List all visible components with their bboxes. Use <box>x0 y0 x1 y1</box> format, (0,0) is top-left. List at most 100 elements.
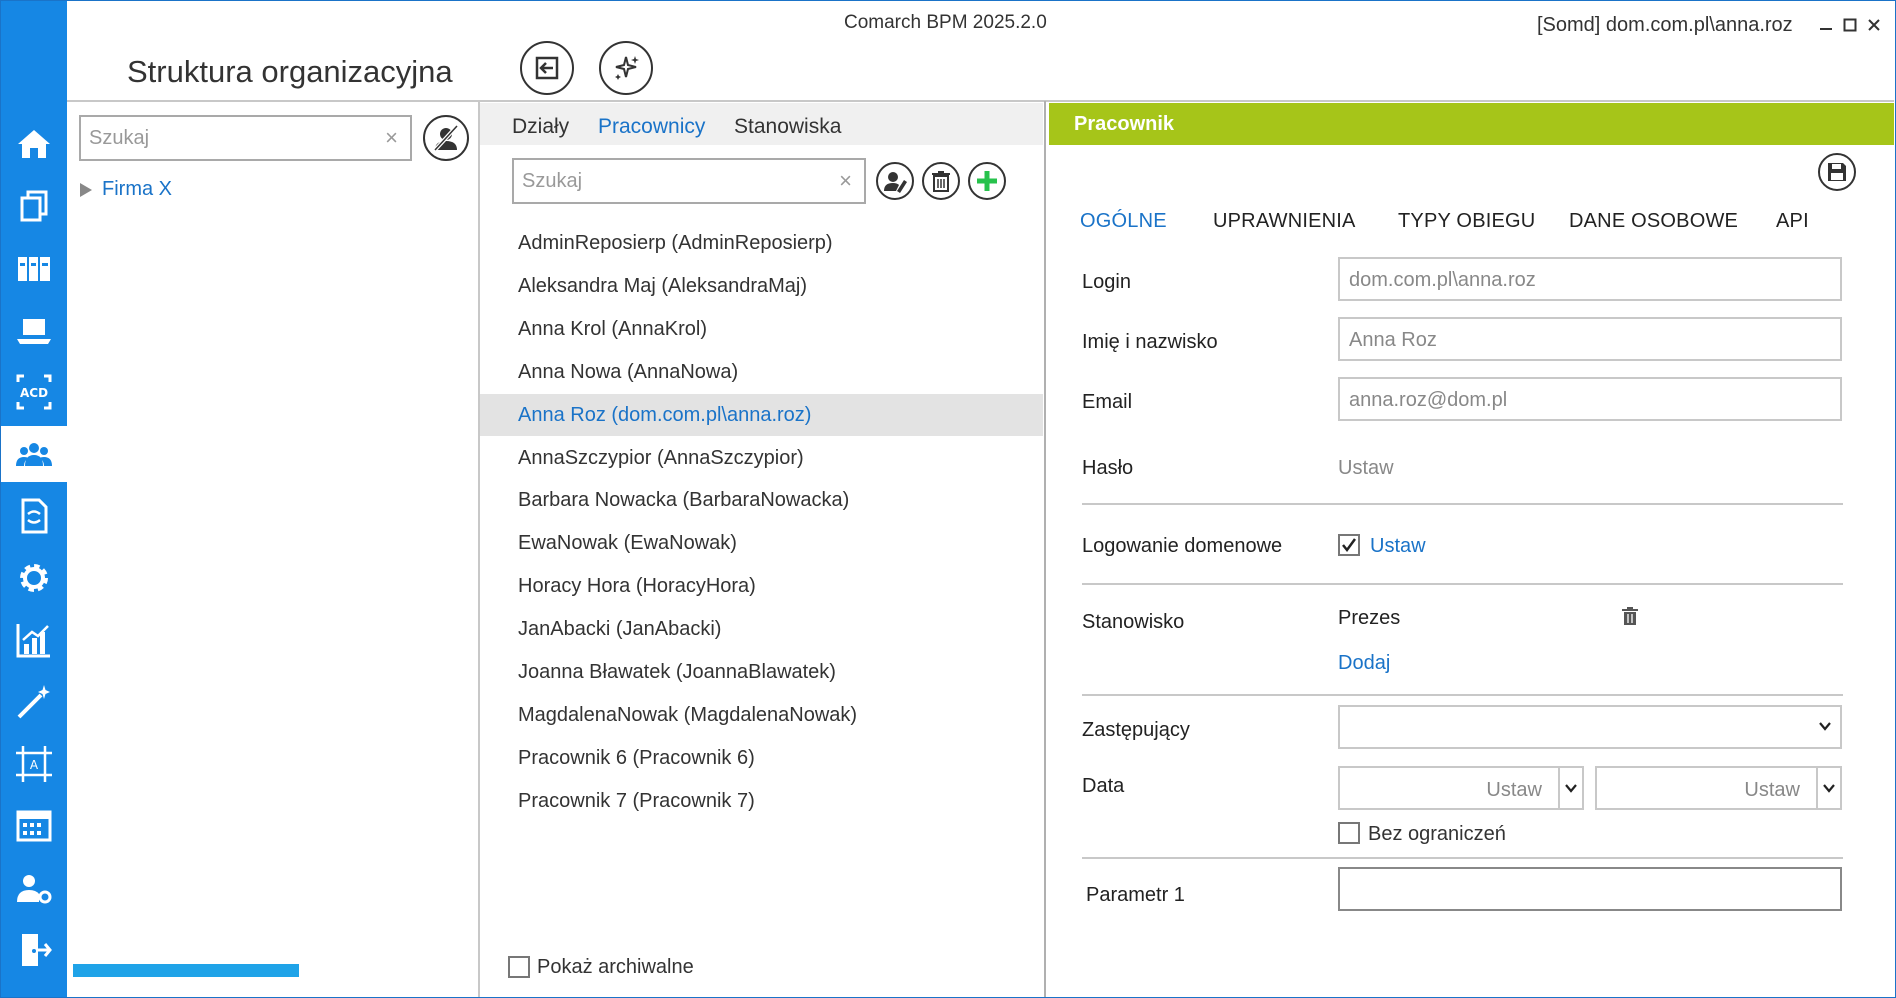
employee-name: Aleksandra Maj (AleksandraMaj) <box>518 274 808 297</box>
tab-dzialy[interactable]: Działy <box>512 115 569 139</box>
loading-progress-bar <box>73 964 299 977</box>
main-navigation: ACD A <box>0 0 67 998</box>
employee-list-item[interactable]: Barbara Nowacka (BarbaraNowacka) <box>480 479 1043 521</box>
domain-login-checkbox[interactable] <box>1338 534 1360 556</box>
employee-list-item[interactable]: Anna Roz (dom.com.pl\anna.roz) <box>480 394 1043 436</box>
employee-list-item[interactable]: Pracownik 6 (Pracownik 6) <box>480 737 1043 779</box>
middle-panel-divider <box>1044 101 1046 998</box>
employee-list-item[interactable]: Joanna Bławatek (JoannaBlawatek) <box>480 651 1043 693</box>
delete-user-button[interactable] <box>922 162 960 200</box>
tab-typy-obiegu[interactable]: TYPY OBIEGU <box>1398 210 1535 233</box>
nav-users-icon[interactable] <box>0 426 67 482</box>
close-window-button[interactable] <box>1863 14 1885 36</box>
employee-name: Pracownik 7 (Pracownik 7) <box>518 789 755 812</box>
tree-node-label: Firma X <box>102 178 172 200</box>
email-value: anna.roz@dom.pl <box>1349 389 1508 411</box>
no-limit-checkbox[interactable] <box>1338 822 1360 844</box>
employee-name: Horacy Hora (HoracyHora) <box>518 574 756 597</box>
add-user-button[interactable] <box>968 162 1006 200</box>
employee-name: JanAbacki (JanAbacki) <box>518 617 722 640</box>
edit-user-button[interactable] <box>876 162 914 200</box>
employee-name: AdminReposierp (AdminReposierp) <box>518 231 833 254</box>
name-field[interactable]: Anna Roz <box>1338 317 1842 361</box>
save-button[interactable] <box>1818 153 1856 191</box>
chevron-down-icon[interactable] <box>1816 768 1840 808</box>
maximize-icon <box>1843 18 1857 32</box>
employee-name: Barbara Nowacka (BarbaraNowacka) <box>518 488 850 511</box>
email-field[interactable]: anna.roz@dom.pl <box>1338 377 1842 421</box>
password-set-link[interactable]: Ustaw <box>1338 457 1394 480</box>
tab-pracownicy[interactable]: Pracownicy <box>598 115 705 139</box>
tree-search-clear-icon[interactable]: × <box>385 127 398 149</box>
nav-laptop-icon[interactable] <box>0 302 67 358</box>
employee-list-item[interactable]: Anna Nowa (AnnaNowa) <box>480 351 1043 393</box>
expand-arrow-icon[interactable] <box>80 182 92 197</box>
employee-list-item[interactable]: Aleksandra Maj (AleksandraMaj) <box>480 265 1043 307</box>
filter-user-button[interactable] <box>423 115 469 161</box>
domain-login-set-link[interactable]: Ustaw <box>1370 535 1426 558</box>
minimize-button[interactable] <box>1815 14 1837 36</box>
employee-list-item[interactable]: MagdalenaNowak (MagdalenaNowak) <box>480 694 1043 736</box>
chevron-down-icon[interactable] <box>1558 768 1582 808</box>
import-icon <box>535 56 559 80</box>
substitute-dropdown[interactable] <box>1338 705 1842 749</box>
tab-stanowiska[interactable]: Stanowiska <box>734 115 841 139</box>
nav-user-settings-icon[interactable] <box>0 860 67 916</box>
tab-dane-osobowe[interactable]: DANE OSOBOWE <box>1569 210 1738 233</box>
nav-chart-icon[interactable] <box>0 612 67 668</box>
employee-list-item[interactable]: AdminReposierp (AdminReposierp) <box>480 222 1043 264</box>
nav-calendar-icon[interactable] <box>0 798 67 854</box>
employee-list-item[interactable]: AnnaSzczypior (AnnaSzczypior) <box>480 437 1043 479</box>
tab-api[interactable]: API <box>1776 210 1809 233</box>
trash-icon <box>932 171 950 192</box>
employee-name: Anna Krol (AnnaKrol) <box>518 317 707 340</box>
maximize-button[interactable] <box>1839 14 1861 36</box>
nav-home-icon[interactable] <box>0 116 67 172</box>
employee-search-clear-icon[interactable]: × <box>839 170 852 192</box>
domain-login-label: Logowanie domenowe <box>1082 535 1283 557</box>
remove-position-button[interactable] <box>1621 606 1639 631</box>
user-slash-icon <box>433 124 459 152</box>
nav-gear-icon[interactable] <box>0 550 67 606</box>
nav-designer-icon[interactable]: A <box>0 736 67 792</box>
param1-field[interactable] <box>1338 867 1842 911</box>
minimize-icon <box>1820 28 1832 30</box>
tab-uprawnienia[interactable]: UPRAWNIENIA <box>1213 210 1356 233</box>
nav-acd-icon[interactable]: ACD <box>0 364 67 420</box>
login-label: Login <box>1082 271 1131 293</box>
show-archived-label: Pokaż archiwalne <box>537 956 694 978</box>
nav-magic-wand-icon[interactable] <box>0 674 67 730</box>
employee-list-item[interactable]: JanAbacki (JanAbacki) <box>480 608 1043 650</box>
wizard-button[interactable] <box>599 41 653 95</box>
nav-document-sync-icon[interactable] <box>0 488 67 544</box>
add-position-link[interactable]: Dodaj <box>1338 652 1390 675</box>
tree-search-input[interactable] <box>89 117 368 159</box>
nav-exit-icon[interactable] <box>0 922 67 978</box>
date-to-value: Ustaw <box>1744 779 1800 801</box>
svg-text:A: A <box>29 758 38 772</box>
show-archived-checkbox[interactable] <box>508 956 530 978</box>
tab-ogolne[interactable]: OGÓLNE <box>1080 210 1167 233</box>
nav-documents-icon[interactable] <box>0 178 67 234</box>
employee-list-item[interactable]: Pracownik 7 (Pracownik 7) <box>480 780 1043 822</box>
param1-label: Parametr 1 <box>1086 884 1185 906</box>
tree-node-firma-x[interactable]: Firma X <box>80 178 172 201</box>
employee-list-item[interactable]: EwaNowak (EwaNowak) <box>480 522 1043 564</box>
user-edit-icon <box>884 172 907 193</box>
import-button[interactable] <box>520 41 574 95</box>
section-divider <box>1082 503 1843 505</box>
nav-binders-icon[interactable] <box>0 240 67 296</box>
employee-name: Anna Roz (dom.com.pl\anna.roz) <box>518 403 812 426</box>
employee-name: EwaNowak (EwaNowak) <box>518 531 737 554</box>
sparkles-icon <box>615 56 639 80</box>
name-label: Imię i nazwisko <box>1082 331 1218 353</box>
section-divider <box>1082 583 1843 585</box>
login-field[interactable]: dom.com.pl\anna.roz <box>1338 257 1842 301</box>
date-from-picker[interactable]: Ustaw <box>1338 766 1584 810</box>
employee-search-input[interactable] <box>522 160 822 202</box>
date-to-picker[interactable]: Ustaw <box>1595 766 1842 810</box>
employee-list-item[interactable]: Anna Krol (AnnaKrol) <box>480 308 1043 350</box>
save-icon <box>1828 163 1846 181</box>
employee-panel-title: Pracownik <box>1074 113 1175 135</box>
employee-list-item[interactable]: Horacy Hora (HoracyHora) <box>480 565 1043 607</box>
